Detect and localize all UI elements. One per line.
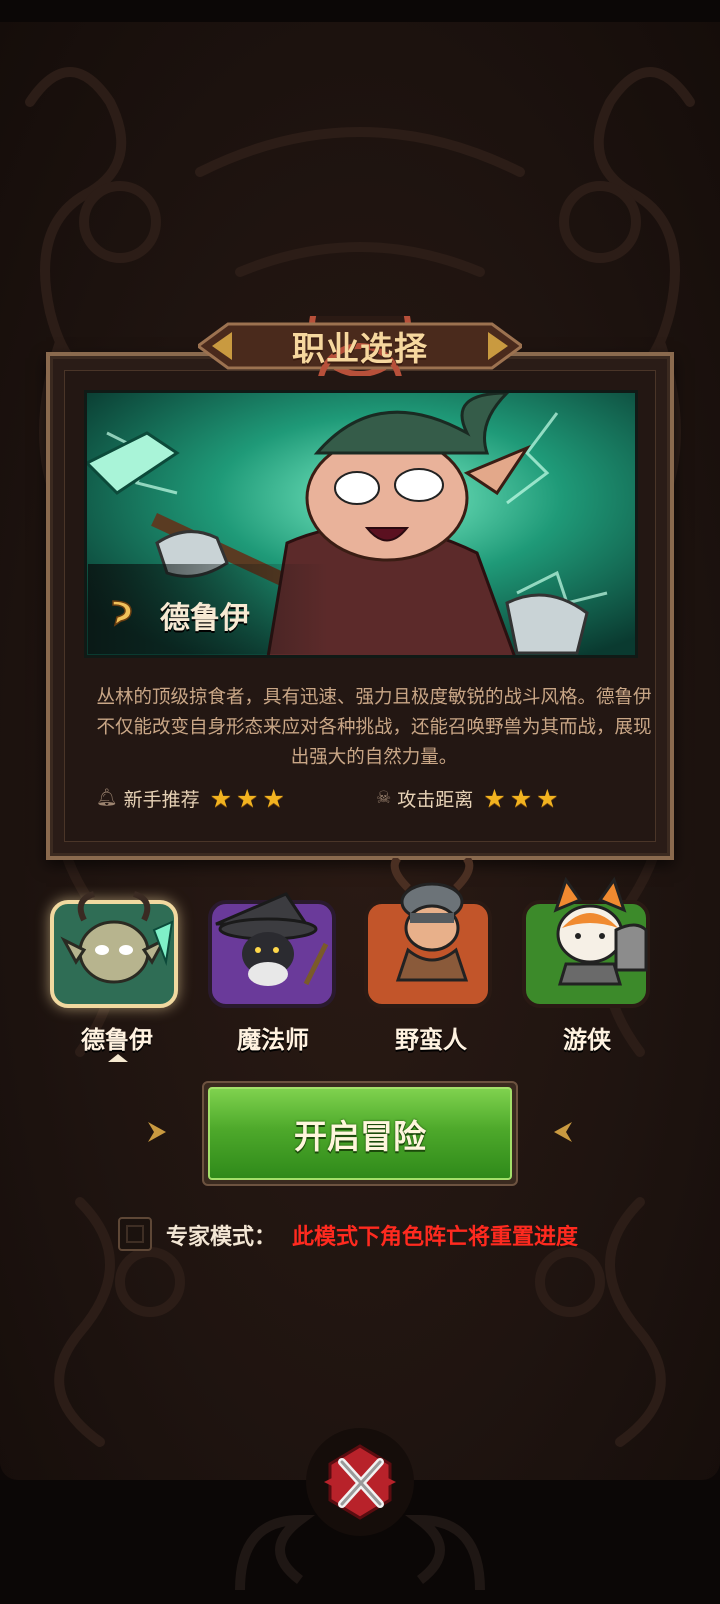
star-icon: ★ xyxy=(483,783,506,813)
ranger-avatar xyxy=(553,876,648,986)
star-icon: ★ xyxy=(236,783,259,813)
character-ranger[interactable] xyxy=(522,876,650,1008)
character-label-mage: 魔法师 xyxy=(237,1026,309,1054)
character-barbarian[interactable] xyxy=(364,858,492,1008)
status-bar xyxy=(0,0,720,22)
character-mage[interactable] xyxy=(208,892,336,1008)
start-adventure-button[interactable]: 开启冒险 xyxy=(208,1087,512,1180)
stat-range: ☠ 攻击距离 ★ ★ ★ xyxy=(376,783,559,813)
stat-beginner: 🔔︎ 新手推荐 ★ ★ ★ xyxy=(96,783,285,813)
stat-label: 新手推荐 xyxy=(123,788,200,811)
star-rating: ★ ★ ★ xyxy=(483,786,558,811)
star-icon: ★ xyxy=(262,783,285,813)
hero-description: 丛林的顶级掠食者，具有迅速、强力且极度敏锐的战斗风格。德鲁伊不仅能改变自身形态来… xyxy=(96,687,652,768)
skull-icon: ☠ xyxy=(376,788,392,808)
hero-name: 德鲁伊 xyxy=(160,601,250,636)
star-icon: ★ xyxy=(509,783,533,813)
mage-avatar xyxy=(215,892,329,986)
right-decor-icon xyxy=(554,1122,572,1142)
title-banner: 职业选择 xyxy=(198,316,522,376)
character-label-druid: 德鲁伊 xyxy=(81,1026,153,1054)
druid-avatar xyxy=(60,891,174,984)
star-icon: ★ xyxy=(209,783,233,813)
expert-mode-checkbox[interactable] xyxy=(118,1217,152,1251)
class-emblem-icon xyxy=(112,600,132,627)
star-rating: ★ ★ ★ xyxy=(210,786,285,811)
left-decor-icon xyxy=(148,1122,166,1142)
character-label-barbarian: 野蛮人 xyxy=(395,1026,467,1054)
character-label-ranger: 游侠 xyxy=(563,1026,611,1054)
close-icon[interactable] xyxy=(304,1426,416,1538)
expert-mode-warning: 此模式下角色阵亡将重置进度 xyxy=(292,1225,579,1250)
stat-label: 攻击距离 xyxy=(397,788,474,811)
character-druid[interactable] xyxy=(50,891,178,1008)
page-title: 职业选择 xyxy=(292,329,428,368)
expert-mode-label: 专家模式： xyxy=(166,1225,277,1250)
bell-icon: 🔔︎ xyxy=(96,788,118,808)
barbarian-avatar xyxy=(390,858,474,982)
star-icon: ★ xyxy=(536,783,559,813)
selected-indicator-icon xyxy=(108,1054,128,1062)
